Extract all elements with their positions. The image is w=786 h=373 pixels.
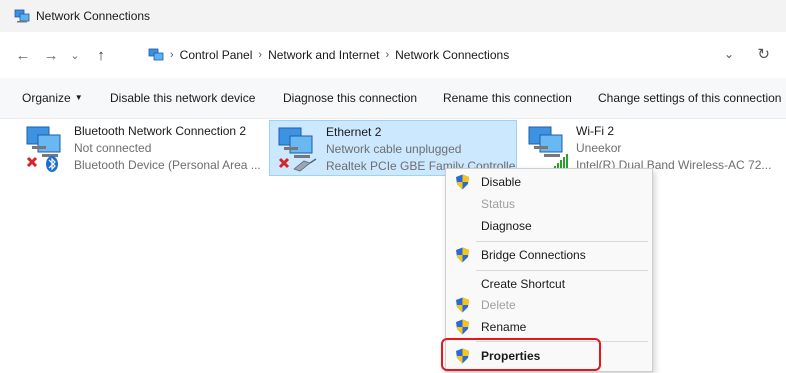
breadcrumb-separator: ›: [385, 49, 390, 61]
connection-name: Ethernet 2: [326, 125, 382, 139]
uac-shield-icon: [456, 247, 469, 263]
address-field[interactable]: › Control Panel › Network and Internet ›…: [142, 42, 778, 68]
connection-name: Bluetooth Network Connection 2: [74, 124, 247, 138]
menu-item-diagnose[interactable]: Diagnose: [446, 215, 652, 237]
connection-device: Bluetooth Device (Personal Area ...: [74, 158, 261, 172]
recent-locations-chevron-icon[interactable]: ⌄: [64, 44, 86, 66]
control-panel-location-icon: [148, 48, 164, 61]
menu-item-status[interactable]: Status: [446, 193, 652, 215]
window-title: Network Connections: [36, 9, 151, 23]
menu-item-delete[interactable]: Delete: [446, 294, 652, 316]
menu-item-disable[interactable]: Disable: [446, 171, 652, 193]
breadcrumb-separator: ›: [170, 49, 174, 61]
wifi-network-icon: [528, 126, 568, 170]
menu-item-create-shortcut[interactable]: Create Shortcut: [446, 273, 652, 295]
menu-item-label: Bridge Connections: [481, 248, 586, 262]
breadcrumb-control-panel[interactable]: Control Panel: [180, 48, 253, 62]
menu-item-label: Status: [481, 197, 516, 211]
rename-connection-button[interactable]: Rename this connection: [443, 91, 572, 105]
properties-highlight-box: [441, 338, 601, 371]
connection-name: Wi-Fi 2: [576, 124, 614, 138]
menu-item-label: Delete: [481, 298, 516, 312]
forward-arrow-icon[interactable]: →: [40, 44, 62, 66]
breadcrumb-network-connections[interactable]: Network Connections: [395, 48, 509, 62]
menu-item-label: Diagnose: [481, 219, 532, 233]
connection-status: Uneekor: [576, 141, 622, 155]
menu-item-label: Rename: [481, 320, 527, 334]
back-arrow-icon[interactable]: ←: [12, 44, 34, 66]
menu-item-rename[interactable]: Rename: [446, 316, 652, 338]
menu-item-bridge-connections[interactable]: Bridge Connections: [446, 244, 652, 266]
disable-device-button[interactable]: Disable this network device: [110, 91, 255, 105]
ethernet-network-icon: [278, 127, 317, 172]
connection-status: Not connected: [74, 141, 152, 155]
menu-separator: [476, 270, 648, 271]
change-settings-button[interactable]: Change settings of this connection: [598, 91, 781, 105]
connection-bluetooth[interactable]: Bluetooth Network Connection 2 Not conne…: [18, 120, 268, 176]
network-connections-icon: [14, 9, 30, 23]
menu-item-label: Create Shortcut: [481, 277, 566, 291]
breadcrumb-separator: ›: [258, 49, 263, 61]
uac-shield-icon: [456, 319, 469, 335]
title-bar: Network Connections: [0, 0, 786, 32]
menu-item-label: Disable: [481, 175, 522, 189]
uac-shield-icon: [456, 297, 469, 313]
menu-separator: [476, 241, 648, 242]
address-dropdown-chevron-icon[interactable]: ⌄: [724, 47, 734, 61]
connection-status: Network cable unplugged: [326, 142, 462, 156]
up-arrow-icon[interactable]: ↑: [90, 44, 112, 66]
command-toolbar: Organize ▼ Disable this network device Di…: [0, 78, 786, 119]
refresh-icon[interactable]: ↻: [757, 45, 770, 63]
caret-down-icon: ▼: [74, 93, 83, 102]
organize-button[interactable]: Organize ▼: [22, 91, 83, 105]
breadcrumb-network-and-internet[interactable]: Network and Internet: [268, 48, 379, 62]
uac-shield-icon: [456, 174, 469, 190]
address-bar: ← → ⌄ ↑ › Control Panel › Network and In…: [0, 32, 786, 78]
bluetooth-network-icon: [26, 126, 61, 172]
diagnose-connection-button[interactable]: Diagnose this connection: [283, 91, 417, 105]
